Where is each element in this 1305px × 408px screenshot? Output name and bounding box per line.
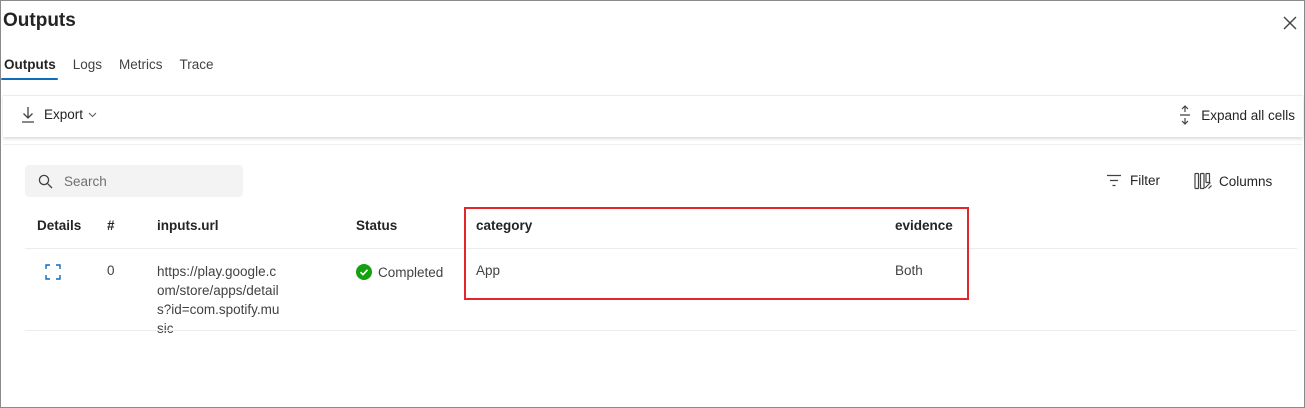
row-divider [25,330,1297,331]
column-header-status[interactable]: Status [356,218,397,233]
filter-label: Filter [1130,173,1160,188]
columns-icon [1194,172,1212,190]
tab-outputs[interactable]: Outputs [1,53,58,80]
expand-all-cells-label: Expand all cells [1201,107,1295,123]
chevron-down-icon [88,112,97,117]
search-input[interactable] [64,173,224,189]
export-button[interactable]: Export [21,106,97,123]
highlight-annotation-box [464,207,969,300]
status-text: Completed [378,264,444,280]
filter-icon [1107,174,1121,187]
expand-details-icon[interactable] [45,264,61,280]
columns-label: Columns [1219,173,1273,189]
download-icon [22,107,34,123]
column-header-details[interactable]: Details [37,218,81,233]
tab-trace[interactable]: Trace [178,53,214,79]
search-box[interactable] [25,165,243,197]
status-badge: Completed [356,264,443,280]
expand-all-cells-button[interactable]: Expand all cells [1179,105,1295,125]
panel-title: Outputs [3,10,76,31]
checkmark-circle-icon [356,264,372,280]
columns-button[interactable]: Columns [1194,172,1272,190]
filter-button[interactable]: Filter [1106,173,1160,188]
tab-metrics[interactable]: Metrics [117,53,163,79]
expand-vertical-icon [1180,105,1191,125]
divider [3,144,1302,145]
tab-logs[interactable]: Logs [71,53,102,79]
row-index: 0 [107,263,115,278]
tab-bar: Outputs Logs Metrics Trace [1,53,229,80]
column-header-inputs-url[interactable]: inputs.url [157,218,219,233]
close-icon[interactable] [1280,13,1300,33]
column-header-index[interactable]: # [107,218,115,233]
toolbar: Export Expand all cells [3,95,1303,137]
row-url: https://play.google.com/store/apps/detai… [157,264,280,336]
export-label: Export [44,107,84,122]
outputs-panel: Outputs Outputs Logs Metrics Trace Expor… [0,0,1305,408]
search-icon [38,174,53,189]
